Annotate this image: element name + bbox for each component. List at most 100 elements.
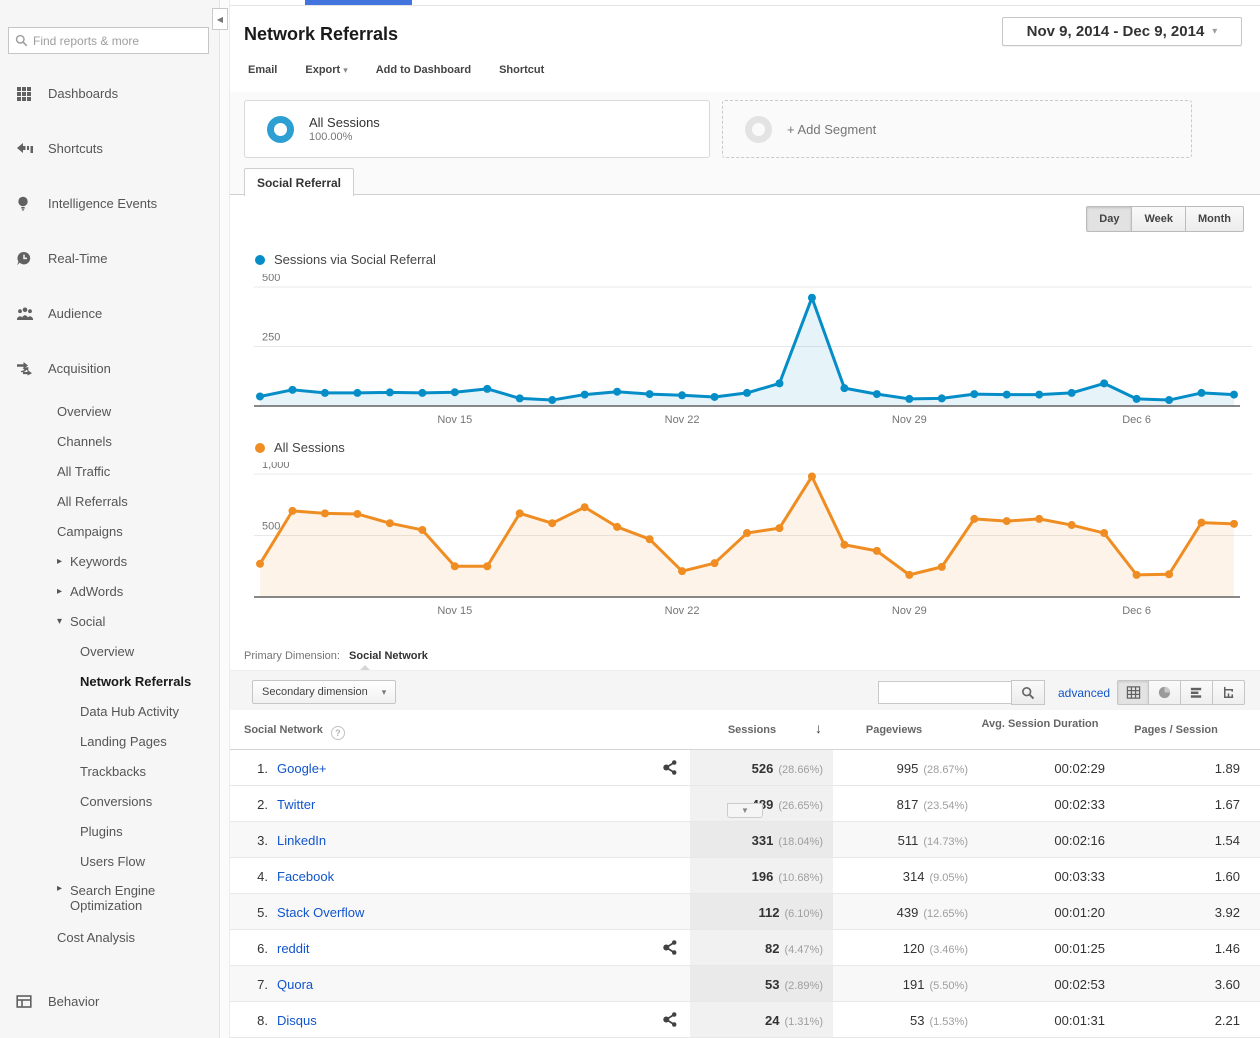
sidebar-item-adwords[interactable]: ▸AdWords <box>0 576 219 606</box>
sidebar-item-landing-pages[interactable]: Landing Pages <box>0 726 219 756</box>
sidebar-item-network-referrals[interactable]: Network Referrals <box>0 666 219 696</box>
sidebar-item-all-traffic[interactable]: All Traffic <box>0 456 219 486</box>
sidebar-item-trackbacks[interactable]: Trackbacks <box>0 756 219 786</box>
view-pivot-button[interactable] <box>1213 680 1245 705</box>
legend-sessions-via-social-referral: Sessions via Social Referral <box>255 252 436 267</box>
column-header-avg-session-duration[interactable]: Avg. Session Duration <box>980 718 1100 731</box>
granularity-switcher: DayWeekMonth <box>1086 206 1244 232</box>
sidebar-collapse-icon[interactable]: ◀ <box>212 8 228 30</box>
sidebar-search[interactable] <box>8 27 209 54</box>
data-hub-icon <box>662 939 680 957</box>
row-rank: 6. <box>244 941 268 956</box>
sidebar-item-dashboards[interactable]: Dashboards <box>0 66 219 121</box>
data-table: Social Network? Sessions ↓ Pageviews Avg… <box>230 710 1260 1038</box>
cell-pages-per-session: 1.67 <box>1108 797 1240 812</box>
table-search-button[interactable] <box>1011 680 1045 705</box>
row-rank: 8. <box>244 1013 268 1028</box>
column-header-pages-per-session[interactable]: Pages / Session <box>1096 724 1256 736</box>
sidebar-item-label: Keywords <box>70 554 127 569</box>
date-range-picker[interactable]: Nov 9, 2014 - Dec 9, 2014 ▾ <box>1002 17 1242 46</box>
column-header-social-network[interactable]: Social Network? <box>244 724 345 740</box>
email-button[interactable]: Email <box>248 64 277 76</box>
sidebar-item-social[interactable]: ▾Social <box>0 606 219 636</box>
sidebar-search-input[interactable] <box>33 34 193 48</box>
column-header-sessions[interactable]: Sessions <box>692 724 812 736</box>
segment-label: All Sessions <box>309 115 380 130</box>
data-hub-icon <box>662 759 680 777</box>
sort-desc-icon[interactable]: ↓ <box>815 720 822 736</box>
sidebar-item-keywords[interactable]: ▸Keywords <box>0 546 219 576</box>
sidebar-item-real-time[interactable]: Real-Time <box>0 231 219 286</box>
segment-all-sessions[interactable]: All Sessions 100.00% <box>244 100 710 158</box>
table-view-icon <box>1126 685 1141 700</box>
column-header-pageviews[interactable]: Pageviews <box>834 724 954 736</box>
sidebar-item-all-referrals[interactable]: All Referrals <box>0 486 219 516</box>
add-to-dashboard-button[interactable]: Add to Dashboard <box>376 64 471 76</box>
chart-collapse-icon[interactable]: ▼ <box>727 803 763 818</box>
svg-text:Nov 29: Nov 29 <box>892 414 927 426</box>
table-row-facebook: 4.Facebook196(10.68%)314(9.05%)00:03:331… <box>230 858 1260 894</box>
primary-dimension-row: Primary Dimension: Social Network <box>244 650 428 662</box>
granularity-month-button[interactable]: Month <box>1186 206 1244 232</box>
granularity-day-button[interactable]: Day <box>1086 206 1132 232</box>
chevron-down-icon: ▾ <box>343 65 348 75</box>
sidebar-item-data-hub-activity[interactable]: Data Hub Activity <box>0 696 219 726</box>
date-range-value: Nov 9, 2014 - Dec 9, 2014 <box>1027 23 1205 40</box>
sidebar-item-intelligence-events[interactable]: Intelligence Events <box>0 176 219 231</box>
primary-dimension-social-network[interactable]: Social Network <box>349 650 428 662</box>
table-search-input[interactable] <box>878 681 1012 704</box>
social-network-link[interactable]: Disqus <box>277 1013 317 1028</box>
sidebar-item-behavior[interactable]: Behavior <box>0 974 219 1029</box>
cell-pages-per-session: 2.21 <box>1108 1013 1240 1028</box>
sidebar-item-label: Campaigns <box>57 524 123 539</box>
sidebar-item-users-flow[interactable]: Users Flow <box>0 846 219 876</box>
social-network-link[interactable]: Twitter <box>277 797 315 812</box>
sidebar-item-label: Search Engine Optimization <box>70 883 188 913</box>
sidebar-item-overview[interactable]: Overview <box>0 636 219 666</box>
sidebar-item-label: Dashboards <box>48 86 118 101</box>
cell-pages-per-session: 3.92 <box>1108 905 1240 920</box>
table-row-google: 1.Google+526(28.66%)995(28.67%)00:02:291… <box>230 750 1260 786</box>
secondary-dimension-button[interactable]: Secondary dimension ▾ <box>252 680 396 704</box>
sidebar-item-acquisition[interactable]: Acquisition <box>0 341 219 396</box>
tab-social-referral[interactable]: Social Referral <box>244 168 354 196</box>
sidebar-item-plugins[interactable]: Plugins <box>0 816 219 846</box>
social-network-link[interactable]: LinkedIn <box>277 833 326 848</box>
advanced-search-link[interactable]: advanced <box>1058 686 1110 700</box>
svg-text:Nov 22: Nov 22 <box>665 605 700 617</box>
sidebar-item-channels[interactable]: Channels <box>0 426 219 456</box>
table-row-disqus: 8.Disqus24(1.31%)53(1.53%)00:01:312.21 <box>230 1002 1260 1038</box>
export-button[interactable]: Export▾ <box>305 64 347 76</box>
sidebar-item-search-engine-optimization[interactable]: ▸Search Engine Optimization <box>0 876 219 922</box>
acquisition-icon <box>16 361 36 377</box>
granularity-week-button[interactable]: Week <box>1132 206 1186 232</box>
sidebar-item-overview[interactable]: Overview <box>0 396 219 426</box>
social-network-link[interactable]: Facebook <box>277 869 334 884</box>
view-performance-button[interactable] <box>1181 680 1213 705</box>
sidebar-item-label: Cost Analysis <box>57 930 135 945</box>
sidebar-item-conversions[interactable]: Conversions <box>0 786 219 816</box>
svg-text:500: 500 <box>262 521 280 533</box>
social-network-link[interactable]: reddit <box>277 941 310 956</box>
sidebar-item-label: Plugins <box>80 824 123 839</box>
social-network-link[interactable]: Quora <box>277 977 313 992</box>
sidebar-item-label: All Traffic <box>57 464 110 479</box>
sidebar-item-campaigns[interactable]: Campaigns <box>0 516 219 546</box>
view-percentage-button[interactable] <box>1149 680 1181 705</box>
sidebar-item-audience[interactable]: Audience <box>0 286 219 341</box>
sidebar-item-label: Real-Time <box>48 251 107 266</box>
sidebar-item-label: Shortcuts <box>48 141 103 156</box>
sidebar-item-label: Channels <box>57 434 112 449</box>
help-icon[interactable]: ? <box>331 726 345 740</box>
table-controls-band: Secondary dimension ▾ advanced <box>230 670 1260 710</box>
view-table-button[interactable] <box>1117 680 1149 705</box>
shortcut-button[interactable]: Shortcut <box>499 64 544 76</box>
social-network-link[interactable]: Google+ <box>277 761 327 776</box>
sidebar-item-shortcuts[interactable]: Shortcuts <box>0 121 219 176</box>
row-rank: 5. <box>244 905 268 920</box>
social-network-link[interactable]: Stack Overflow <box>277 905 364 920</box>
add-segment-button[interactable]: + Add Segment <box>722 100 1192 158</box>
table-row-stack-overflow: 5.Stack Overflow112(6.10%)439(12.65%)00:… <box>230 894 1260 930</box>
sidebar-item-cost-analysis[interactable]: Cost Analysis <box>0 922 219 952</box>
page-title: Network Referrals <box>244 24 398 45</box>
